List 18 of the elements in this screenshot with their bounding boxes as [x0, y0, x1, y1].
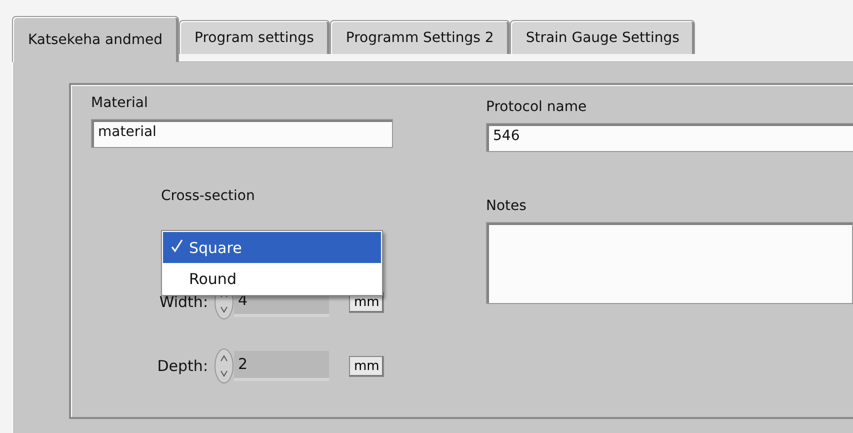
- menu-item[interactable]: Square: [163, 232, 381, 263]
- tab[interactable]: Katsekeha andmed: [12, 16, 179, 62]
- unit-button[interactable]: mm: [349, 356, 384, 376]
- tab[interactable]: Strain Gauge Settings: [510, 20, 696, 54]
- spinner-icon[interactable]: [214, 348, 234, 384]
- number-field[interactable]: 2: [234, 351, 329, 381]
- notes-field[interactable]: [486, 222, 853, 304]
- input-field[interactable]: material: [91, 119, 393, 148]
- tab[interactable]: Programm Settings 2: [330, 20, 510, 54]
- field-label: Cross-section: [161, 188, 256, 204]
- input-field[interactable]: 546: [486, 123, 853, 152]
- field-label: Protocol name: [486, 99, 588, 115]
- tab[interactable]: Program settings: [178, 20, 330, 54]
- field-label: Depth:: [156, 357, 209, 375]
- field-label: Material: [91, 95, 149, 111]
- field-label: Width:: [158, 293, 209, 311]
- field-label: Notes: [486, 198, 528, 214]
- check-icon: [171, 238, 183, 252]
